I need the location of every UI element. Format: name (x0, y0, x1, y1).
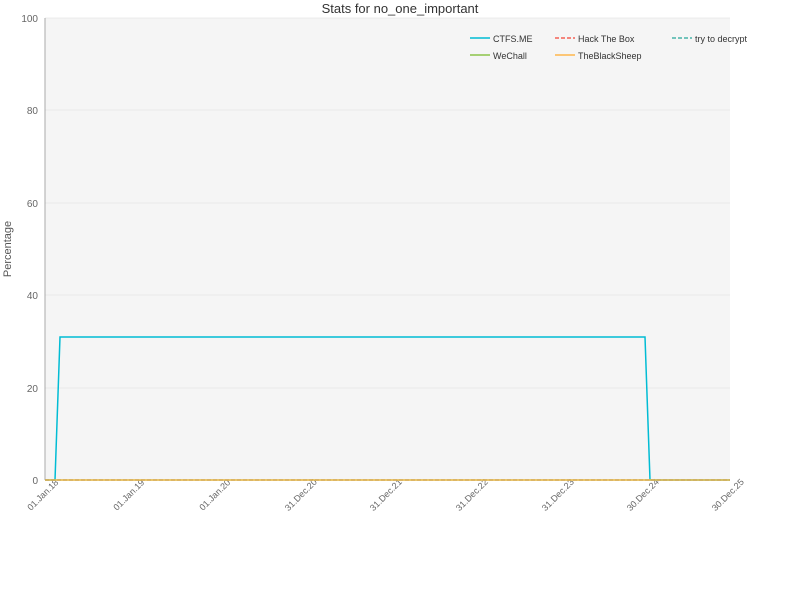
x-tick-3: 31.Dec.20 (283, 477, 319, 513)
x-tick-1: 01.Jan.19 (111, 477, 146, 512)
x-tick-0: 01.Jan.18 (25, 477, 60, 512)
legend-ctfs-label: CTFS.ME (493, 34, 533, 44)
main-chart: Stats for no_one_important 100 80 60 40 … (0, 0, 800, 600)
y-label-0: 0 (32, 476, 38, 487)
x-tick-2: 01.Jan.20 (197, 477, 232, 512)
y-axis-title: Percentage (2, 221, 14, 277)
legend-ttd-label: try to decrypt (695, 34, 748, 44)
x-tick-5: 31.Dec.22 (454, 477, 490, 513)
legend-wechall-label: WeChall (493, 51, 527, 61)
chart-container: Stats for no_one_important 100 80 60 40 … (0, 0, 800, 600)
x-tick-4: 31.Dec.21 (368, 477, 404, 513)
chart-title: Stats for no_one_important (322, 1, 479, 16)
y-label-40: 40 (27, 291, 39, 302)
y-label-100: 100 (21, 14, 38, 25)
x-tick-7: 30.Dec.24 (625, 477, 661, 513)
legend-htb-label: Hack The Box (578, 34, 635, 44)
x-tick-6: 31.Dec.23 (540, 477, 576, 513)
y-label-20: 20 (27, 384, 39, 395)
y-label-60: 60 (27, 199, 39, 210)
plot-background (45, 18, 730, 480)
y-label-80: 80 (27, 106, 39, 117)
legend-tbs-label: TheBlackSheep (578, 51, 642, 61)
x-tick-8: 30.Dec.25 (710, 477, 746, 513)
